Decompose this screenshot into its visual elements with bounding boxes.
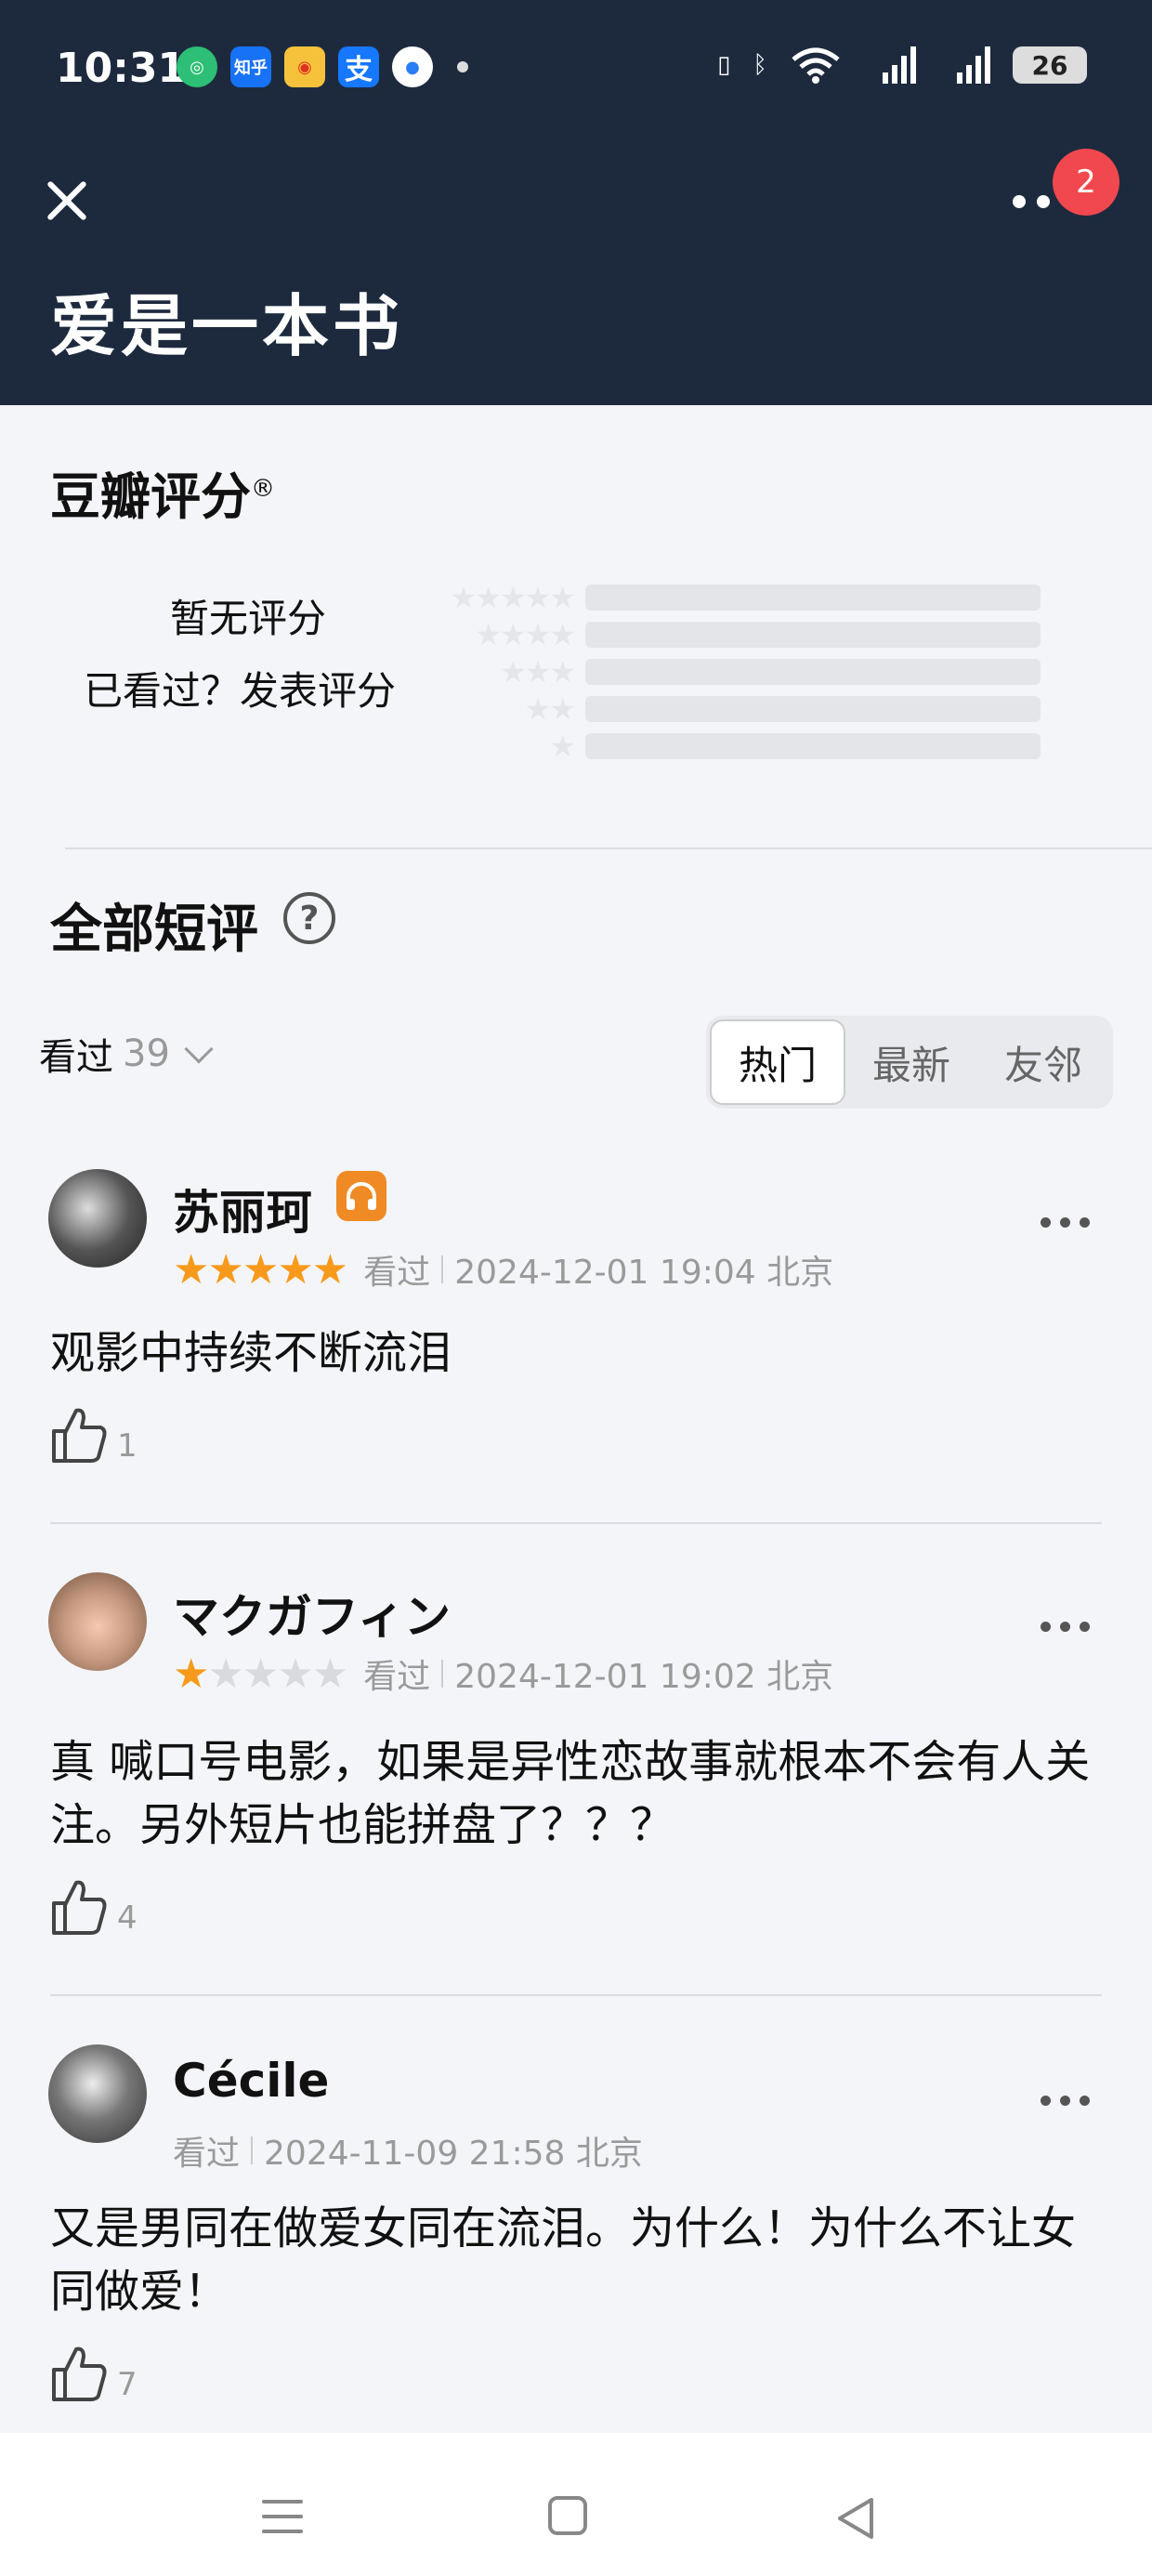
- zhihu-icon: 知乎: [230, 46, 271, 87]
- browser-icon: ●: [392, 46, 433, 87]
- star-icon-group: ★: [549, 729, 576, 764]
- rating-title: 豆瓣评分®: [50, 467, 275, 526]
- avatar[interactable]: [48, 1572, 147, 1671]
- alipay-icon: 支: [338, 46, 379, 87]
- back-icon[interactable]: [834, 2496, 875, 2541]
- more-notifications-icon: [457, 61, 468, 72]
- weibo-icon: ◉: [284, 46, 325, 87]
- avatar[interactable]: [48, 2044, 147, 2143]
- rating-bar: [585, 585, 1041, 611]
- recent-apps-icon[interactable]: [262, 2500, 303, 2544]
- bluetooth-icon: ᛒ: [753, 51, 767, 79]
- filter-count: 39: [123, 1032, 170, 1075]
- filter-label: 看过: [39, 1036, 113, 1079]
- signal-5g-icon: [883, 46, 916, 84]
- wechat-icon: ◎: [177, 46, 217, 87]
- status-time: 10:31: [56, 45, 187, 92]
- rating-bar: [585, 696, 1041, 722]
- system-navigation-bar: [0, 2433, 1152, 2576]
- comment-username[interactable]: 苏丽珂: [173, 1176, 312, 1242]
- comment-text: 观影中持续不断流泪: [50, 1327, 452, 1379]
- close-button[interactable]: [37, 172, 95, 230]
- comment-meta: 看过 2024-11-09 21:58 北京: [173, 2135, 643, 2173]
- thumbs-up-icon: [52, 1408, 107, 1463]
- post-rating-link[interactable]: 已看过？发表评分: [84, 660, 396, 716]
- rating-bar: [585, 659, 1041, 685]
- vibrate-icon: ▯: [717, 51, 731, 79]
- watched-filter-dropdown[interactable]: 看过 39: [39, 1027, 214, 1081]
- tab-latest[interactable]: 最新: [845, 1019, 977, 1105]
- rating-dist-row-4: ★★★★: [423, 617, 1054, 652]
- comment-divider: [50, 1522, 1102, 1524]
- like-button[interactable]: 7: [50, 2344, 137, 2403]
- rating-dist-row-2: ★★: [423, 691, 1054, 727]
- app-header: 10:31 ◎ 知乎 ◉ 支 ● ▯ ᛒ 26 2 爱是一本书: [0, 0, 1152, 405]
- wifi-icon: [792, 47, 840, 84]
- comments-section-title: 全部短评: [50, 900, 258, 960]
- like-button[interactable]: 1: [50, 1405, 137, 1465]
- rating-bar: [585, 622, 1041, 648]
- rating-stars: ★★★★★: [173, 1245, 348, 1294]
- notification-badge[interactable]: 2: [1053, 149, 1119, 216]
- comment-text: 又是男同在做爱女同在流泪。为什么！为什么不让女同做爱！: [50, 2202, 1077, 2318]
- rating-dist-row-5: ★★★★★: [423, 580, 1054, 615]
- rating-bar: [585, 733, 1041, 759]
- comment-more-button[interactable]: [1041, 1622, 1090, 1632]
- comment-divider: [50, 1994, 1102, 1996]
- comment-username[interactable]: マクガフィン: [173, 1580, 451, 1647]
- chevron-down-icon: [184, 1034, 214, 1064]
- rating-dist-row-1: ★: [423, 729, 1054, 764]
- rating-stars: ★★★★★: [173, 1649, 348, 1698]
- status-indicators: ▯ ᛒ 26: [717, 45, 1087, 85]
- star-icon-group: ★★★★★: [450, 580, 576, 615]
- comment-more-button[interactable]: [1041, 2096, 1090, 2106]
- tab-friends[interactable]: 友邻: [977, 1019, 1109, 1105]
- comment-more-button[interactable]: [1041, 1217, 1090, 1228]
- headphones-icon: [336, 1171, 386, 1221]
- star-icon-group: ★★★★: [475, 617, 576, 652]
- rating-dist-row-3: ★★★: [423, 654, 1054, 690]
- comment-meta: ★★★★★ 看过 2024-12-01 19:04 北京: [173, 1245, 834, 1294]
- status-app-icons: ◎ 知乎 ◉ 支 ●: [177, 46, 468, 87]
- tab-hot[interactable]: 热门: [710, 1019, 845, 1105]
- page-title: 爱是一本书: [50, 287, 404, 365]
- star-icon-group: ★★★: [499, 654, 576, 690]
- thumbs-up-icon: [52, 1880, 107, 1935]
- signal-5g-icon-2: [957, 46, 990, 84]
- comment-username[interactable]: Cécile: [173, 2054, 329, 2108]
- comment-meta: ★★★★★ 看过 2024-12-01 19:02 北京: [173, 1649, 834, 1698]
- comment-text: 真 喊口号电影，如果是异性恋故事就根本不会有人关注。另外短片也能拼盘了？？？: [50, 1736, 1091, 1851]
- star-icon-group: ★★: [524, 691, 576, 727]
- thumbs-up-icon: [52, 2346, 107, 2401]
- help-icon[interactable]: ?: [283, 892, 335, 944]
- sort-tabs: 热门 最新 友邻: [706, 1016, 1113, 1109]
- battery-icon: 26: [1013, 46, 1087, 84]
- home-icon[interactable]: [548, 2496, 587, 2535]
- like-button[interactable]: 4: [50, 1877, 137, 1937]
- avatar[interactable]: [48, 1169, 147, 1268]
- section-divider: [65, 848, 1152, 849]
- no-rating-text: 暂无评分: [170, 596, 327, 641]
